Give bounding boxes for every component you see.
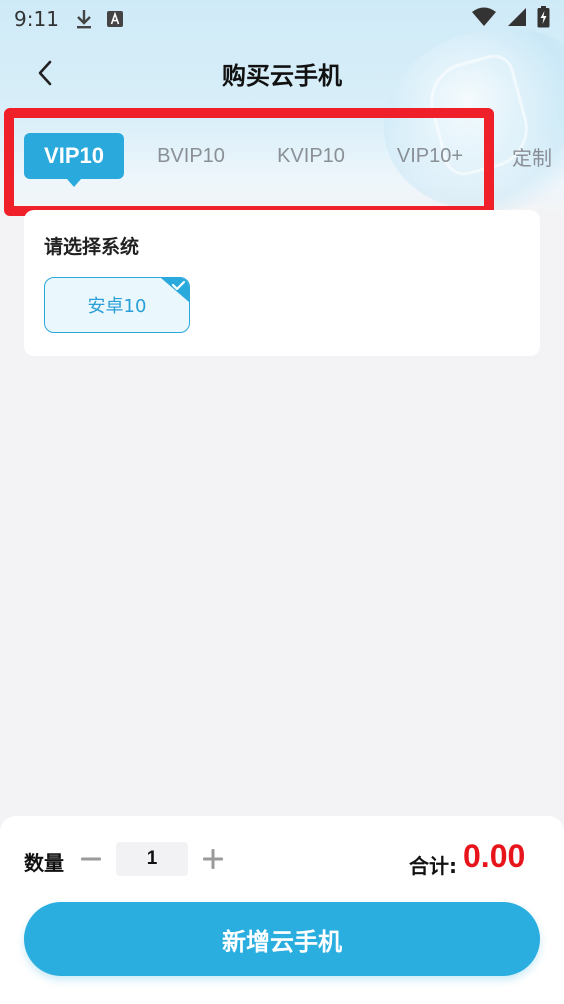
tab-vip10-plus[interactable]: VIP10+: [383, 133, 477, 179]
a-keyboard-icon: [106, 11, 123, 27]
total-label: 合计:: [409, 854, 457, 878]
page-title: 购买云手机: [222, 61, 342, 90]
system-select-title: 请选择系统: [44, 236, 140, 258]
chevron-left-icon: [38, 60, 52, 86]
navigation-bar: 购买云手机: [0, 48, 564, 98]
minus-icon: [81, 857, 101, 861]
quantity-input[interactable]: [116, 842, 188, 876]
plus-icon: [203, 849, 223, 869]
check-icon: [161, 278, 189, 302]
os-option-android10[interactable]: 安卓10: [44, 277, 190, 333]
signal-icon: [507, 7, 527, 32]
add-cloud-phone-button[interactable]: 新增云手机: [24, 902, 540, 976]
battery-charging-icon: [537, 5, 550, 33]
status-bar: 9:11: [0, 0, 564, 38]
tab-vip10[interactable]: VIP10: [24, 133, 124, 187]
bottom-order-panel: 数量 合计: 0.00 新增云手机: [0, 816, 564, 1004]
plan-tabs: VIP10 BVIP10 KVIP10 VIP10+ 定制: [0, 126, 564, 192]
download-icon: [75, 9, 93, 29]
wifi-icon: [471, 7, 497, 32]
quantity-label: 数量: [24, 851, 64, 875]
system-select-card: 请选择系统 安卓10: [24, 210, 540, 356]
tab-kvip10[interactable]: KVIP10: [264, 133, 358, 179]
total-price: 0.00: [463, 838, 526, 874]
quantity-minus-button[interactable]: [76, 842, 106, 876]
back-button[interactable]: [28, 56, 62, 90]
status-time: 9:11: [14, 7, 59, 31]
tab-custom[interactable]: 定制: [512, 133, 564, 179]
os-option-label: 安卓10: [87, 296, 147, 317]
quantity-plus-button[interactable]: [198, 842, 228, 876]
tab-bvip10[interactable]: BVIP10: [144, 133, 238, 179]
